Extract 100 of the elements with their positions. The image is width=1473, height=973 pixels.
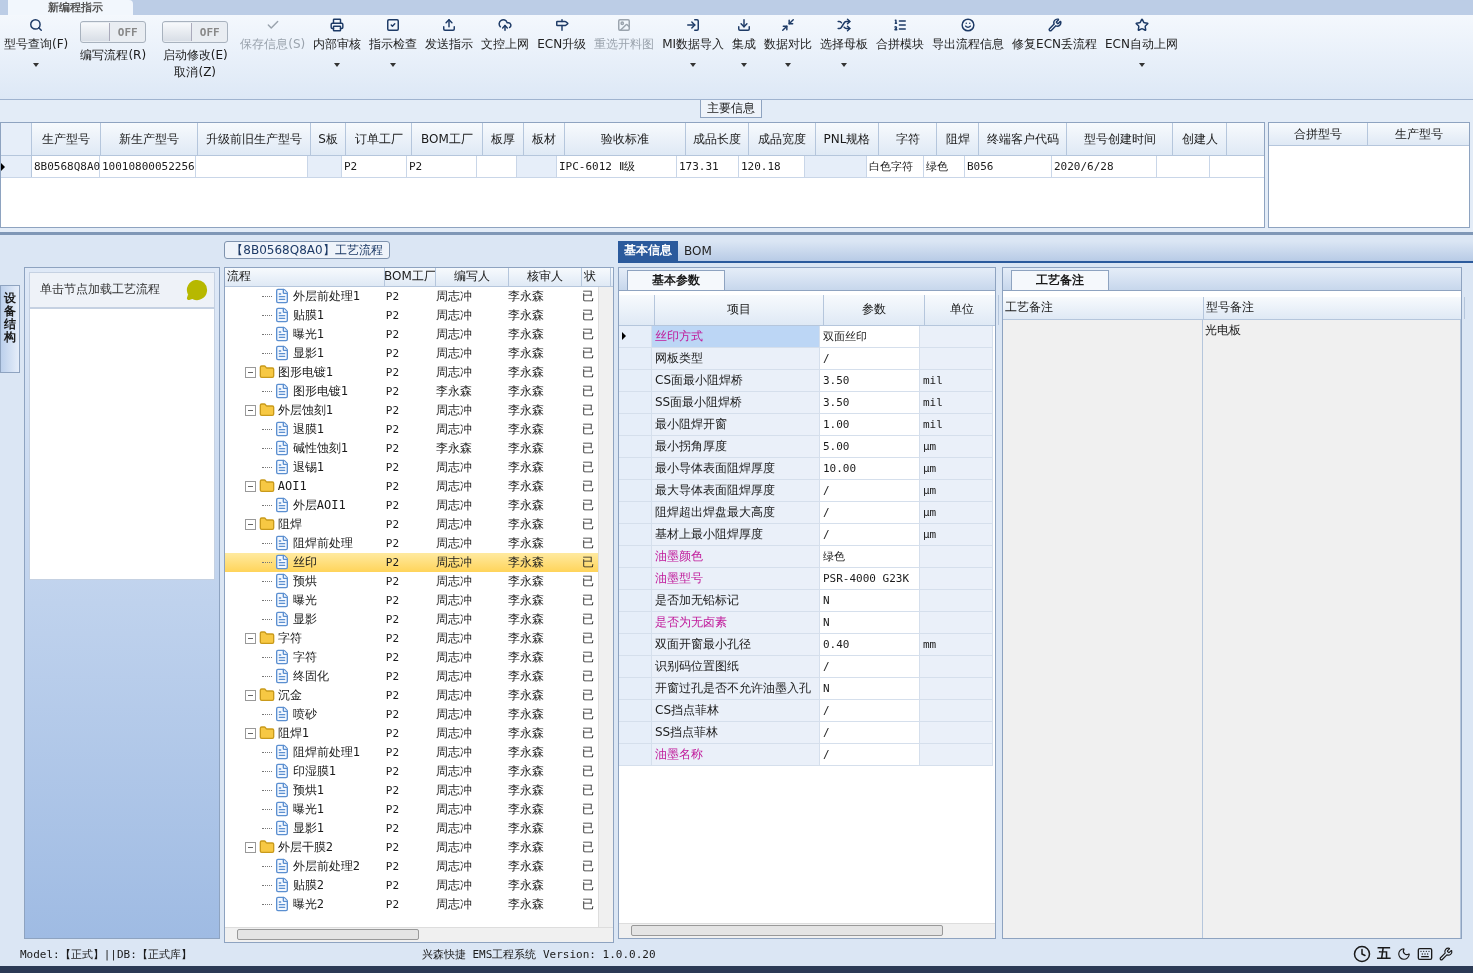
column-header[interactable]: 订单工厂 xyxy=(346,123,412,155)
table-cell: N xyxy=(820,589,920,612)
column-header[interactable]: 成品长度 xyxy=(686,123,749,155)
table-cell-text: 周志冲 xyxy=(434,306,473,324)
column-header[interactable]: 验收标准 xyxy=(565,123,686,155)
table-cell-text: 李永森 xyxy=(506,496,545,514)
toolbar-button[interactable]: MI数据导入 xyxy=(658,17,729,99)
column-header[interactable]: 单位 xyxy=(925,294,999,325)
collapse-toggle-icon[interactable] xyxy=(244,518,256,530)
tab[interactable]: 工艺备注 xyxy=(1011,269,1109,290)
column-header[interactable]: S板 xyxy=(311,123,346,155)
keyboard-icon[interactable] xyxy=(1417,946,1433,963)
table-cell: / xyxy=(820,721,920,744)
caret-icon xyxy=(741,63,748,67)
toolbar-button[interactable]: 发送指示 xyxy=(421,17,478,99)
column-header[interactable]: 流程 xyxy=(224,267,385,286)
column-header[interactable]: 终端客户代码 xyxy=(979,123,1067,155)
column-header[interactable]: 阻焊 xyxy=(937,123,979,155)
toolbar-button[interactable]: 指示检查 xyxy=(365,17,422,99)
column-header[interactable]: 板厚 xyxy=(483,123,524,155)
collapse-toggle-icon[interactable] xyxy=(244,841,256,853)
column-header[interactable]: 生产型号 xyxy=(32,123,101,155)
collapse-toggle-icon[interactable] xyxy=(244,404,256,416)
toolbar-button[interactable]: 导出流程信息 xyxy=(928,17,1009,99)
node-label: 曝光1 xyxy=(292,325,325,343)
toolbar-button[interactable]: 数据对比 xyxy=(760,17,817,99)
table-cell-text: 李永森 xyxy=(506,838,545,856)
column-header[interactable]: 新生产型号 xyxy=(101,123,198,155)
column-header[interactable]: 工艺备注 xyxy=(1003,296,1204,319)
status-text: Model:【正式】||DB:【正式库】 xyxy=(20,946,192,962)
collapse-toggle-icon[interactable] xyxy=(244,366,256,378)
collapse-toggle-icon[interactable] xyxy=(244,632,256,644)
toolbar-button[interactable]: 合拼模块 xyxy=(872,17,929,99)
table-cell-text: 已 xyxy=(580,439,595,457)
tab[interactable]: BOM xyxy=(678,240,718,261)
collapse-toggle-icon[interactable] xyxy=(244,689,256,701)
table-cell: SS面最小阻焊桥 xyxy=(652,391,820,414)
table-cell-text: 李永森 xyxy=(506,705,545,723)
table-cell: 油墨名称 xyxy=(652,743,820,766)
remark-field[interactable]: 光电板 xyxy=(1202,319,1461,938)
column-header[interactable]: 合拼型号 xyxy=(1269,123,1369,145)
table-cell: 丝印方式 xyxy=(652,325,820,348)
table-cell: 最小导体表面阻焊厚度 xyxy=(652,457,820,480)
column-header[interactable]: PNL规格 xyxy=(816,123,879,155)
table-cell-text: P2 xyxy=(384,288,401,305)
horizontal-scrollbar[interactable] xyxy=(224,926,613,942)
node-label: 退锡1 xyxy=(292,458,325,476)
column-header[interactable]: 型号备注 xyxy=(1204,296,1465,319)
ime-mode-label[interactable]: 五 xyxy=(1377,945,1391,964)
table-cell-text: 周志冲 xyxy=(434,610,473,628)
tab[interactable]: 基本参数 xyxy=(627,269,725,290)
horizontal-scrollbar[interactable] xyxy=(619,922,995,938)
toolbar-button[interactable]: 修复ECN丢流程 xyxy=(1008,17,1102,99)
collapse-toggle-icon[interactable] xyxy=(244,727,256,739)
column-header[interactable]: 板材 xyxy=(524,123,565,155)
column-header[interactable]: 型号创建时间 xyxy=(1067,123,1173,155)
column-header[interactable]: BOM工厂 xyxy=(412,123,483,155)
toolbar-button[interactable]: 内部审核 xyxy=(309,17,366,99)
node-label: AOI1 xyxy=(277,479,307,494)
collapse-toggle-icon[interactable] xyxy=(244,480,256,492)
remark-field[interactable] xyxy=(1003,319,1203,938)
column-header[interactable]: BOM工厂 xyxy=(384,267,436,286)
column-header[interactable]: 状 xyxy=(581,267,611,286)
table-cell-text: 已 xyxy=(580,591,595,609)
table-cell-text: 李永森 xyxy=(506,743,545,761)
column-header[interactable]: 成品宽度 xyxy=(749,123,816,155)
row-header[interactable] xyxy=(1,156,32,177)
toolbar-button[interactable]: 文控上网 xyxy=(477,17,534,99)
table-cell: 5.00 xyxy=(820,435,920,458)
table-cell: 0.40 xyxy=(820,633,920,656)
column-header[interactable]: 创建人 xyxy=(1173,123,1227,155)
table-cell-text: 周志冲 xyxy=(434,401,473,419)
table-cell-text: 已 xyxy=(580,762,595,780)
column-header[interactable]: 编写人 xyxy=(435,267,509,286)
side-tab[interactable]: 设备结构 xyxy=(0,284,20,373)
tab[interactable]: 基本信息 xyxy=(618,240,678,261)
tree-row[interactable]: 丝印 P2 周志冲 李永森 已 xyxy=(224,552,598,572)
row-header[interactable] xyxy=(619,325,652,348)
toolbar-button[interactable]: 型号查询(F) xyxy=(0,17,73,99)
table-cell-text: 周志冲 xyxy=(434,667,473,685)
toolbar-button[interactable]: ECN自动上网 xyxy=(1101,17,1182,99)
column-header[interactable]: 字符 xyxy=(879,123,937,155)
table-cell-text: P2 xyxy=(384,839,401,856)
column-header[interactable]: 生产型号 xyxy=(1368,123,1469,145)
folder-icon xyxy=(258,630,275,647)
table-cell-text: 李永森 xyxy=(506,287,545,305)
column-header[interactable]: 核审人 xyxy=(508,267,582,286)
column-header[interactable]: 参数 xyxy=(824,294,925,325)
toolbar-button[interactable]: ECN升级 xyxy=(533,17,591,99)
document-tab[interactable]: 新编程指示 xyxy=(8,0,133,15)
toolbar-icon xyxy=(498,17,513,33)
wrench-icon[interactable] xyxy=(1439,947,1453,962)
column-header[interactable]: 项目 xyxy=(655,294,824,325)
toolbar-button[interactable]: 选择母板 xyxy=(816,17,873,99)
toolbar-button[interactable]: 集成 xyxy=(728,17,761,99)
table-cell-text: P2 xyxy=(384,668,401,685)
column-header[interactable]: 升级前旧生产型号 xyxy=(198,123,311,155)
table-cell: CS挡点菲林 xyxy=(652,699,820,722)
document-icon xyxy=(273,307,290,324)
moon-icon[interactable] xyxy=(1397,947,1411,962)
